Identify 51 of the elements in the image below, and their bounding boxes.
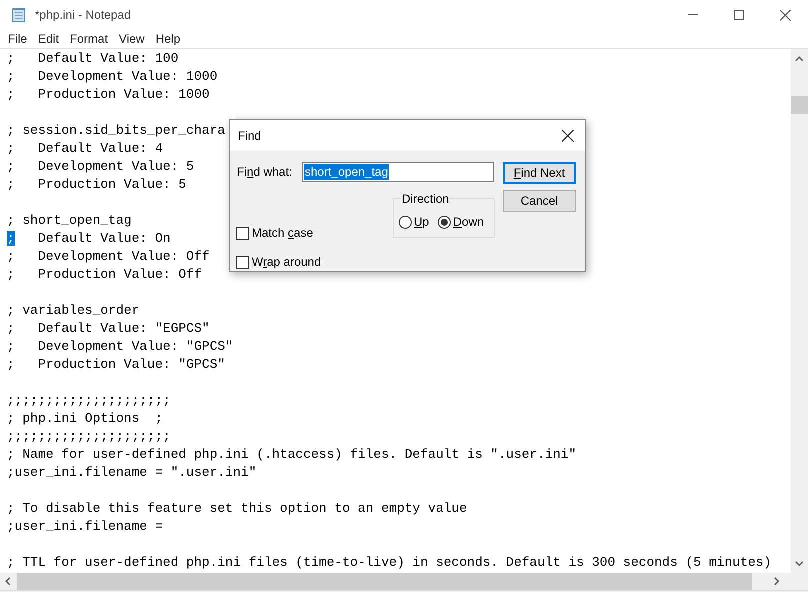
find-what-field[interactable]: short_open_tag	[302, 162, 494, 182]
code-line: ; Development Value: "GPCS"	[7, 338, 234, 356]
code-line: ;user_ini.filename =	[7, 518, 164, 536]
scroll-right-icon[interactable]	[774, 577, 780, 586]
code-line: ; Production Value: Off	[7, 266, 202, 284]
scroll-up-icon[interactable]	[795, 56, 804, 62]
radio-button[interactable]	[399, 216, 412, 228]
code-line: ; Default Value: On	[7, 230, 171, 248]
code-line: ; php.ini Options ;	[7, 410, 164, 428]
code-line: ; Production Value: "GPCS"	[7, 356, 226, 374]
menu-item[interactable]: View	[115, 30, 149, 48]
option-checkbox[interactable]: Wrap around	[236, 253, 322, 271]
radio-button[interactable]	[438, 216, 452, 228]
vertical-scrollbar[interactable]	[791, 49, 808, 573]
code-line: ;;;;;;;;;;;;;;;;;;;;;	[7, 428, 171, 446]
code-line: ; TTL for user-defined php.ini files (time-to-live) in seconds. Default is 300 seconds (5 minutes)	[7, 554, 772, 572]
menu-item[interactable]: File	[4, 30, 32, 48]
code-line: ; short_open_tag	[7, 212, 132, 230]
scrollbar-thumb[interactable]	[791, 96, 808, 114]
direction-radio[interactable]: Down	[438, 213, 484, 231]
code-line: ; Development Value: 5	[7, 158, 194, 176]
code-line: ; session.sid_bits_per_chara	[7, 122, 226, 140]
maximize-icon	[734, 10, 744, 20]
menu-item[interactable]: Help	[152, 30, 185, 48]
scroll-down-icon[interactable]	[795, 561, 804, 567]
find-what-label: Find what:	[237, 164, 294, 181]
window-title: *php.ini - Notepad	[35, 7, 132, 24]
code-line: ; variables_order	[7, 302, 140, 320]
code-line: ;;;;;;;;;;;;;;;;;;;;;	[7, 392, 171, 410]
close-button[interactable]	[561, 128, 575, 142]
dialog-title: Find	[238, 128, 262, 144]
code-line: ; Default Value: 100	[7, 50, 179, 68]
code-line: ; To disable this feature set this option to an empty value	[7, 500, 468, 518]
option-checkbox[interactable]: Match case	[236, 224, 322, 242]
code-line: ; Development Value: 1000	[7, 68, 218, 86]
direction-radio[interactable]: Up	[399, 213, 430, 231]
code-line: ; Name for user-defined php.ini (.htaccess) files. Default is ".user.ini"	[7, 446, 576, 464]
code-line: ; Default Value: "EGPCS"	[7, 320, 210, 338]
menu-item[interactable]: Format	[66, 30, 112, 48]
menu-item[interactable]: Edit	[34, 30, 64, 48]
scroll-left-icon[interactable]	[5, 577, 11, 586]
notepad-icon	[11, 7, 27, 23]
cancel-button[interactable]: Cancel	[503, 190, 576, 212]
code-line: ;user_ini.filename = ".user.ini"	[7, 464, 257, 482]
code-line: ; Default Value: 4	[7, 140, 164, 158]
code-line: ; Production Value: 1000	[7, 86, 210, 104]
code-line: ; Development Value: Off	[7, 248, 210, 266]
code-line: ; Production Value: 5	[7, 176, 186, 194]
close-icon	[562, 130, 574, 142]
close-icon	[780, 10, 790, 20]
find-next-button[interactable]: Find Next	[503, 162, 576, 184]
